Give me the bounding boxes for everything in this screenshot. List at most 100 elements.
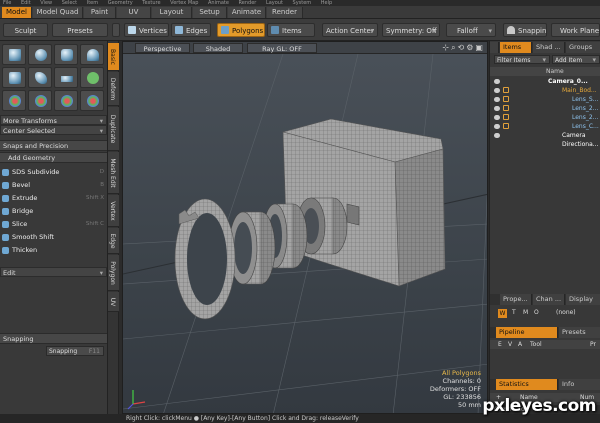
lock-icon[interactable] — [503, 96, 509, 102]
lock-icon[interactable] — [503, 105, 509, 111]
scene-canvas[interactable] — [123, 54, 488, 414]
tab-basic[interactable]: Basic — [108, 43, 119, 71]
tab-vertex[interactable]: Vertex — [108, 195, 119, 227]
item-row[interactable]: Lens_2... — [490, 113, 600, 122]
lock-icon[interactable] — [503, 114, 509, 120]
sds-subdivide-button[interactable]: SDS Subdivide D — [0, 166, 107, 179]
bevel-button[interactable]: Bevel B — [0, 179, 107, 192]
toolbar-handle[interactable] — [112, 23, 120, 37]
action-center-dropdown[interactable]: Action Center — [322, 23, 378, 37]
o-toggle[interactable]: O — [534, 308, 539, 317]
filter-items-dropdown[interactable]: Filter Items — [494, 55, 550, 64]
tab-setup[interactable]: Setup — [193, 7, 227, 18]
text-tool[interactable] — [80, 67, 104, 88]
perspective-dropdown[interactable]: Perspective — [135, 43, 190, 53]
tab-deform[interactable]: Deform — [108, 72, 119, 106]
more-transforms-dropdown[interactable]: More Transforms — [0, 115, 107, 125]
tab-layout[interactable]: Layout — [152, 7, 192, 18]
item-row[interactable]: Lens_2... — [490, 104, 600, 113]
transform-tool[interactable] — [80, 90, 104, 111]
cylinder-tool[interactable] — [54, 44, 78, 65]
lens-front-segment[interactable] — [228, 211, 276, 285]
tab-render[interactable]: Render — [267, 7, 303, 18]
snapping-section-header[interactable]: Snapping — [0, 333, 107, 344]
visibility-eye-icon[interactable] — [494, 115, 500, 120]
tab-presets[interactable]: Presets — [559, 327, 600, 338]
visibility-eye-icon[interactable] — [494, 106, 500, 111]
tab-mesh-edit[interactable]: Mesh Edit — [108, 152, 119, 194]
tab-uv[interactable]: UV — [117, 7, 151, 18]
item-row[interactable]: Directiona... — [490, 140, 600, 149]
snapping-button[interactable]: Snapping — [503, 23, 547, 37]
tab-display[interactable]: Display — [566, 294, 600, 305]
center-selected-dropdown[interactable]: Center Selected — [0, 125, 107, 135]
pen-tool[interactable] — [28, 67, 52, 88]
viewport-nav-icons[interactable]: ⊹⌕⟲⚙▣ — [442, 43, 485, 53]
move-tool[interactable] — [2, 90, 26, 111]
scale-tool[interactable] — [54, 90, 78, 111]
visibility-eye-icon[interactable] — [494, 88, 500, 93]
edit-dropdown[interactable]: Edit — [0, 267, 107, 277]
capsule-tool[interactable] — [2, 67, 26, 88]
tab-info[interactable]: Info — [559, 379, 600, 390]
falloff-dropdown[interactable]: Falloff — [446, 23, 496, 37]
tab-pipeline[interactable]: Pipeline — [496, 327, 558, 338]
none-dropdown[interactable]: (none) — [556, 308, 576, 317]
work-plane-button[interactable]: Work Plane — [551, 23, 600, 37]
tab-shading[interactable]: Shad ... — [533, 42, 565, 53]
panel-grip[interactable] — [490, 42, 499, 53]
item-row[interactable]: Lens_C... — [490, 122, 600, 131]
lock-icon[interactable] — [503, 87, 509, 93]
smooth-shift-button[interactable]: Smooth Shift — [0, 231, 107, 244]
bridge-button[interactable]: Bridge — [0, 205, 107, 218]
item-row[interactable]: Main_Bod... — [490, 86, 600, 95]
item-row[interactable]: Camera — [490, 131, 600, 140]
add-geometry-header[interactable]: Add Geometry — [0, 152, 107, 163]
add-item-dropdown[interactable]: Add Item — [552, 55, 600, 64]
sculpt-button[interactable]: Sculpt — [3, 23, 48, 37]
shaded-dropdown[interactable]: Shaded — [193, 43, 243, 53]
visibility-eye-icon[interactable] — [494, 97, 500, 102]
items-button[interactable]: Items — [267, 23, 315, 37]
polygons-button[interactable]: Polygons — [217, 23, 265, 37]
rotate-tool[interactable] — [28, 90, 52, 111]
item-row[interactable]: Lens_S... — [490, 95, 600, 104]
visibility-eye-icon[interactable] — [494, 124, 500, 129]
cone-tool[interactable] — [80, 44, 104, 65]
tab-statistics[interactable]: Statistics — [496, 379, 558, 390]
tab-groups[interactable]: Groups — [566, 42, 600, 53]
cube-tool[interactable] — [2, 44, 26, 65]
sphere-tool[interactable] — [28, 44, 52, 65]
vertices-button[interactable]: Vertices — [124, 23, 169, 37]
m-toggle[interactable]: M — [523, 308, 528, 317]
visibility-eye-icon[interactable] — [494, 133, 500, 138]
thicken-button[interactable]: Thicken — [0, 244, 107, 257]
tab-model[interactable]: Model — [2, 7, 32, 18]
presets-button[interactable]: Presets — [52, 23, 108, 37]
tab-uv-tools[interactable]: UV — [108, 292, 119, 312]
tab-edge[interactable]: Edge — [108, 228, 119, 254]
tab-properties[interactable]: Prope... — [500, 294, 532, 305]
lens-cap-ring[interactable] — [174, 198, 236, 320]
visibility-eye-icon[interactable] — [494, 79, 500, 84]
lock-icon[interactable] — [503, 123, 509, 129]
t-toggle[interactable]: T — [512, 308, 516, 317]
raygl-toggle[interactable]: Ray GL: OFF — [247, 43, 317, 53]
plane-tool[interactable] — [54, 67, 78, 88]
snapping-toggle-button[interactable]: Snapping F11 — [46, 346, 104, 356]
tab-items[interactable]: Items — [500, 42, 532, 53]
slice-button[interactable]: Slice Shift C — [0, 218, 107, 231]
tab-model-quad[interactable]: Model Quad — [33, 7, 83, 18]
extrude-button[interactable]: Extrude Shift X — [0, 192, 107, 205]
symmetry-dropdown[interactable]: Symmetry: Off — [382, 23, 440, 37]
snaps-section-header[interactable]: Snaps and Precision — [0, 140, 107, 151]
tab-channels[interactable]: Chan ... — [533, 294, 565, 305]
tab-animate[interactable]: Animate — [228, 7, 266, 18]
w-toggle[interactable]: W — [498, 309, 507, 318]
3d-viewport[interactable]: Perspective Shaded Ray GL: OFF ⊹⌕⟲⚙▣ All… — [122, 41, 488, 414]
item-row[interactable]: Camera_0... — [490, 77, 600, 86]
tab-paint[interactable]: Paint — [84, 7, 116, 18]
tab-duplicate[interactable]: Duplicate — [108, 107, 119, 151]
tab-polygon[interactable]: Polygon — [108, 255, 119, 291]
edges-button[interactable]: Edges — [171, 23, 211, 37]
